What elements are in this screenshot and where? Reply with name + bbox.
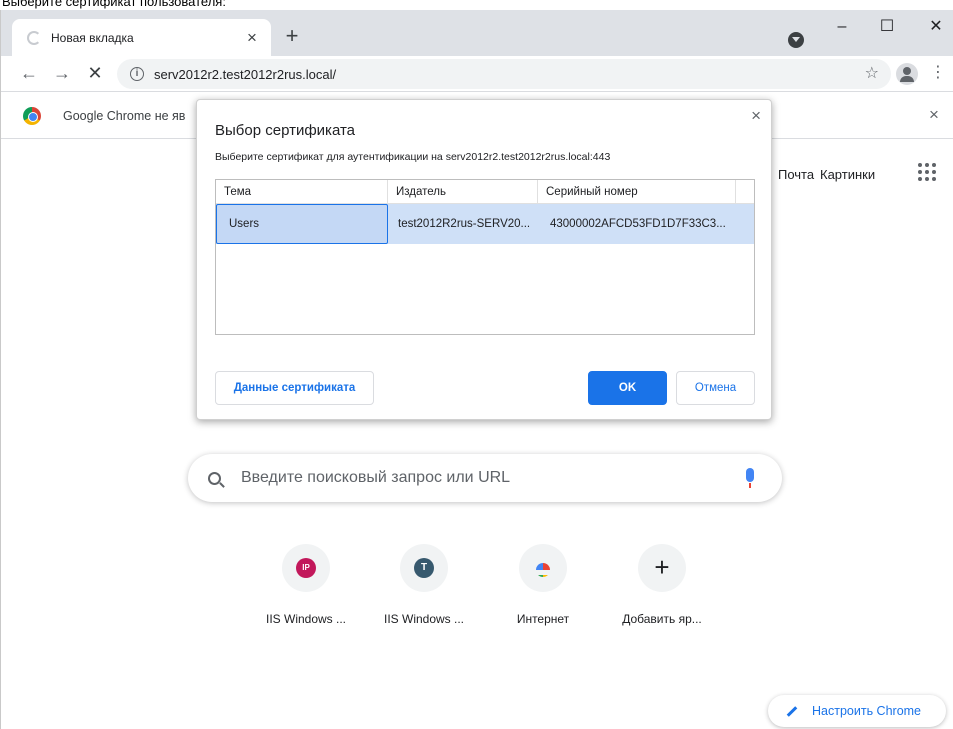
table-header: Тема Издатель Серийный номер: [216, 180, 754, 204]
shortcut-icon-circle: T: [400, 544, 448, 592]
instruction-text: Выберите сертификат пользователя:: [2, 0, 226, 9]
bookmark-star-icon[interactable]: ☆: [865, 63, 879, 83]
customize-chrome-label: Настроить Chrome: [812, 704, 922, 718]
menu-dots-icon[interactable]: ⋮: [929, 62, 947, 82]
shortcut-label: Добавить яр...: [622, 612, 702, 626]
site-info-icon[interactable]: i: [130, 67, 144, 81]
shortcut-label: IIS Windows ...: [265, 612, 347, 626]
shortcut-icon-circle: +: [638, 544, 686, 592]
shortcut-tile[interactable]: IP IIS Windows ...: [250, 544, 362, 626]
dialog-title: Выбор сертификата: [215, 122, 356, 139]
certificate-details-button[interactable]: Данные сертификата: [215, 371, 374, 405]
internet-favicon-icon: [534, 560, 552, 577]
minimize-button[interactable]: –: [824, 14, 860, 42]
column-header-serial[interactable]: Серийный номер: [538, 180, 736, 203]
shortcut-tile[interactable]: Интернет: [487, 544, 599, 626]
cell-serial: 43000002AFCD53FD1D7F33C3...: [550, 218, 726, 230]
tab-strip: Новая вкладка × + – ☐ ✕: [1, 10, 953, 56]
shortcut-label: IIS Windows ...: [383, 612, 465, 626]
microphone-icon[interactable]: [746, 468, 754, 488]
cell-subject: Users: [216, 204, 388, 244]
shortcut-favicon-icon: T: [414, 558, 434, 578]
address-bar[interactable]: i serv2012r2.test2012r2rus.local/ ☆: [117, 59, 891, 89]
toolbar: ← → ✕ i serv2012r2.test2012r2rus.local/ …: [1, 56, 953, 92]
shortcut-label: Интернет: [516, 612, 570, 626]
maximize-button[interactable]: ☐: [869, 14, 905, 42]
table-row[interactable]: Users test2012R2rus-SERV20... 43000002AF…: [216, 204, 754, 244]
shortcut-icon-circle: IP: [282, 544, 330, 592]
tab-new-tab[interactable]: Новая вкладка ×: [12, 19, 271, 56]
screen: Выберите сертификат пользователя: Новая …: [0, 0, 953, 729]
column-header-issuer[interactable]: Издатель: [388, 180, 538, 203]
browser-window: Новая вкладка × + – ☐ ✕ ← → ✕ i serv2012…: [0, 10, 953, 729]
ok-button[interactable]: OK: [588, 371, 667, 405]
images-link[interactable]: Картинки: [820, 167, 875, 182]
loading-spinner-icon: [27, 30, 41, 45]
url-text[interactable]: serv2012r2.test2012r2rus.local/: [154, 67, 336, 82]
window-close-button[interactable]: ✕: [918, 14, 953, 42]
forward-icon[interactable]: →: [48, 59, 76, 87]
cancel-button[interactable]: Отмена: [676, 371, 755, 405]
customize-chrome-button[interactable]: Настроить Chrome: [768, 695, 946, 727]
dialog-subtitle: Выберите сертификат для аутентификации н…: [215, 151, 611, 163]
cell-issuer: test2012R2rus-SERV20...: [398, 218, 531, 230]
gmail-link[interactable]: Почта: [778, 167, 814, 182]
column-header-subject[interactable]: Тема: [216, 180, 388, 203]
profile-avatar-icon[interactable]: [896, 63, 918, 85]
infobar-text: Google Chrome не яв: [63, 108, 186, 123]
new-tab-button[interactable]: +: [279, 24, 305, 50]
tab-title: Новая вкладка: [51, 30, 134, 45]
tab-close-icon[interactable]: ×: [243, 28, 261, 47]
shortcut-tile[interactable]: T IIS Windows ...: [368, 544, 480, 626]
infobar-close-icon[interactable]: ×: [929, 105, 939, 125]
search-box[interactable]: Введите поисковый запрос или URL: [188, 454, 782, 502]
dialog-close-icon[interactable]: ×: [751, 106, 761, 126]
google-apps-icon[interactable]: [918, 163, 936, 181]
tab-search-icon[interactable]: [788, 32, 804, 48]
back-icon[interactable]: ←: [15, 59, 43, 87]
shortcut-icon-circle: [519, 544, 567, 592]
plus-icon: +: [654, 552, 670, 582]
stop-loading-icon[interactable]: ✕: [81, 59, 109, 87]
search-icon: [208, 471, 221, 485]
chrome-logo-icon: [23, 106, 41, 125]
search-placeholder: Введите поисковый запрос или URL: [241, 469, 511, 486]
add-shortcut-tile[interactable]: + Добавить яр...: [606, 544, 718, 626]
pencil-icon: [786, 705, 798, 717]
certificate-table: Тема Издатель Серийный номер Users test2…: [215, 179, 755, 335]
certificate-dialog: × Выбор сертификата Выберите сертификат …: [196, 99, 772, 420]
shortcut-favicon-icon: IP: [296, 558, 316, 578]
